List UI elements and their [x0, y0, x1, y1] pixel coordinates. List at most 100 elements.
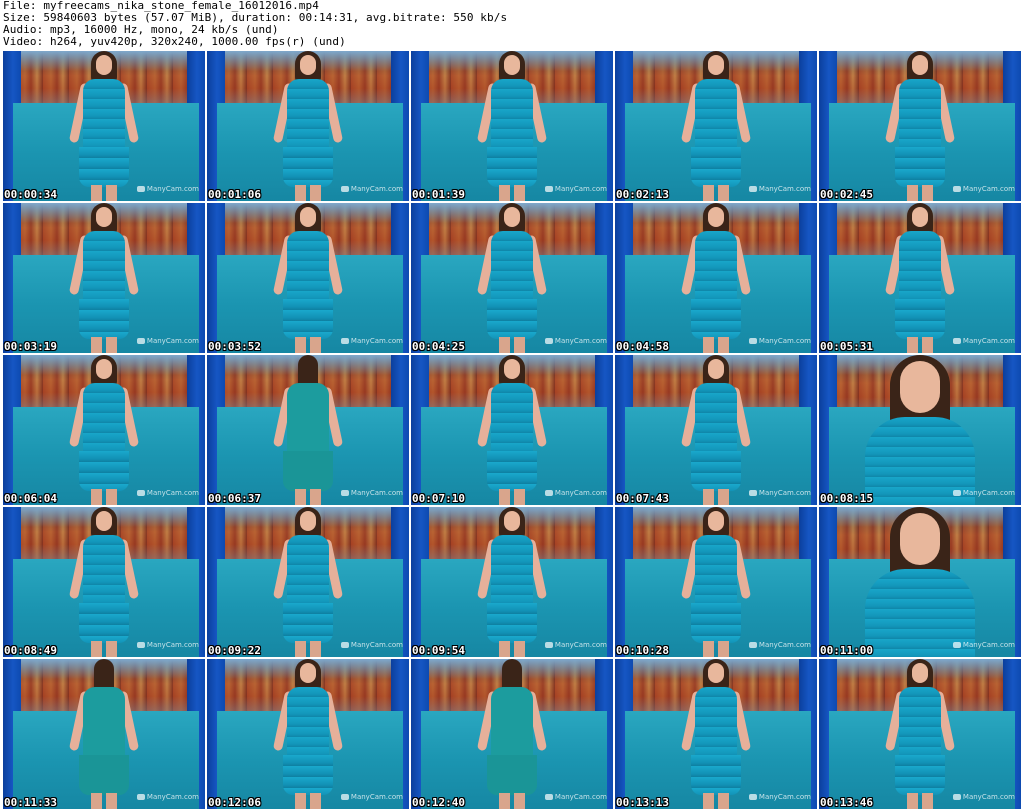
- manycam-logo-icon: [748, 642, 757, 648]
- watermark-text: ManyCam.com: [554, 185, 607, 193]
- manycam-logo-icon: [748, 186, 757, 192]
- person-figure: [68, 659, 140, 809]
- dress: [895, 79, 945, 187]
- thumbnail-timestamp: 00:12:40: [412, 796, 465, 809]
- dress: [691, 79, 741, 187]
- video-thumbnail: ManyCam.com 00:04:58: [615, 203, 817, 353]
- watermark-text: ManyCam.com: [146, 793, 199, 801]
- person-figure: [272, 355, 344, 505]
- video-thumbnail: ManyCam.com 00:06:37: [207, 355, 409, 505]
- person-figure: [476, 355, 548, 505]
- thumbnail-timestamp: 00:07:43: [616, 492, 669, 505]
- manycam-logo-icon: [952, 642, 961, 648]
- video-thumbnail: ManyCam.com 00:09:22: [207, 507, 409, 657]
- watermark: ManyCam.com: [748, 641, 811, 649]
- manycam-logo-icon: [340, 794, 349, 800]
- legs: [907, 337, 933, 353]
- dress: [487, 687, 537, 795]
- dress: [283, 231, 333, 339]
- face: [504, 55, 520, 75]
- manycam-logo-icon: [340, 642, 349, 648]
- person-figure: [680, 355, 752, 505]
- person-figure: [68, 51, 140, 201]
- manycam-logo-icon: [952, 490, 961, 496]
- watermark-text: ManyCam.com: [146, 185, 199, 193]
- face: [912, 663, 928, 683]
- dress: [487, 383, 537, 491]
- manycam-logo-icon: [952, 794, 961, 800]
- manycam-logo-icon: [136, 642, 145, 648]
- person-figure: [476, 659, 548, 809]
- video-thumbnail: ManyCam.com 00:00:34: [3, 51, 205, 201]
- person-figure: [476, 507, 548, 657]
- dress: [79, 231, 129, 339]
- watermark-text: ManyCam.com: [758, 337, 811, 345]
- watermark: ManyCam.com: [340, 641, 403, 649]
- legs: [703, 185, 729, 201]
- manycam-logo-icon: [952, 338, 961, 344]
- watermark: ManyCam.com: [544, 641, 607, 649]
- thumbnail-timestamp: 00:01:06: [208, 188, 261, 201]
- thumbnail-timestamp: 00:11:33: [4, 796, 57, 809]
- watermark: ManyCam.com: [136, 793, 199, 801]
- manycam-logo-icon: [748, 490, 757, 496]
- watermark: ManyCam.com: [136, 641, 199, 649]
- thumbnail-timestamp: 00:11:00: [820, 644, 873, 657]
- manycam-logo-icon: [136, 186, 145, 192]
- person-figure: [272, 659, 344, 809]
- watermark: ManyCam.com: [748, 793, 811, 801]
- legs: [499, 793, 525, 809]
- thumbnail-timestamp: 00:08:15: [820, 492, 873, 505]
- watermark: ManyCam.com: [748, 489, 811, 497]
- video-thumbnail: ManyCam.com 00:09:54: [411, 507, 613, 657]
- thumbnail-timestamp: 00:01:39: [412, 188, 465, 201]
- face: [900, 361, 940, 413]
- video-thumbnail: ManyCam.com 00:05:31: [819, 203, 1021, 353]
- legs: [295, 641, 321, 657]
- dress: [79, 535, 129, 643]
- thumbnail-timestamp: 00:02:13: [616, 188, 669, 201]
- dress: [895, 687, 945, 795]
- person-figure: [476, 51, 548, 201]
- thumbnail-timestamp: 00:02:45: [820, 188, 873, 201]
- watermark-text: ManyCam.com: [554, 489, 607, 497]
- face: [912, 55, 928, 75]
- dress: [487, 231, 537, 339]
- manycam-logo-icon: [136, 794, 145, 800]
- face: [708, 207, 724, 227]
- legs: [499, 641, 525, 657]
- person-figure: [884, 659, 956, 809]
- dress: [487, 535, 537, 643]
- manycam-logo-icon: [952, 186, 961, 192]
- watermark-text: ManyCam.com: [350, 793, 403, 801]
- legs: [91, 641, 117, 657]
- watermark-text: ManyCam.com: [758, 185, 811, 193]
- video-thumbnail: ManyCam.com 00:11:33: [3, 659, 205, 809]
- legs: [907, 793, 933, 809]
- legs: [703, 793, 729, 809]
- dress: [79, 687, 129, 795]
- thumbnail-timestamp: 00:12:06: [208, 796, 261, 809]
- watermark: ManyCam.com: [952, 793, 1015, 801]
- video-thumbnail: ManyCam.com 00:07:10: [411, 355, 613, 505]
- face: [708, 511, 724, 531]
- dress: [691, 231, 741, 339]
- thumbnail-timestamp: 00:00:34: [4, 188, 57, 201]
- watermark: ManyCam.com: [748, 337, 811, 345]
- person-figure: [680, 51, 752, 201]
- legs: [91, 185, 117, 201]
- watermark-text: ManyCam.com: [962, 793, 1015, 801]
- watermark-text: ManyCam.com: [350, 337, 403, 345]
- manycam-logo-icon: [544, 794, 553, 800]
- watermark: ManyCam.com: [952, 641, 1015, 649]
- person-figure: [272, 507, 344, 657]
- video-thumbnail: ManyCam.com 00:06:04: [3, 355, 205, 505]
- face: [300, 55, 316, 75]
- face: [708, 55, 724, 75]
- watermark: ManyCam.com: [340, 793, 403, 801]
- watermark: ManyCam.com: [952, 185, 1015, 193]
- face: [912, 207, 928, 227]
- legs: [499, 337, 525, 353]
- video-thumbnail: ManyCam.com 00:03:19: [3, 203, 205, 353]
- dress: [283, 383, 333, 491]
